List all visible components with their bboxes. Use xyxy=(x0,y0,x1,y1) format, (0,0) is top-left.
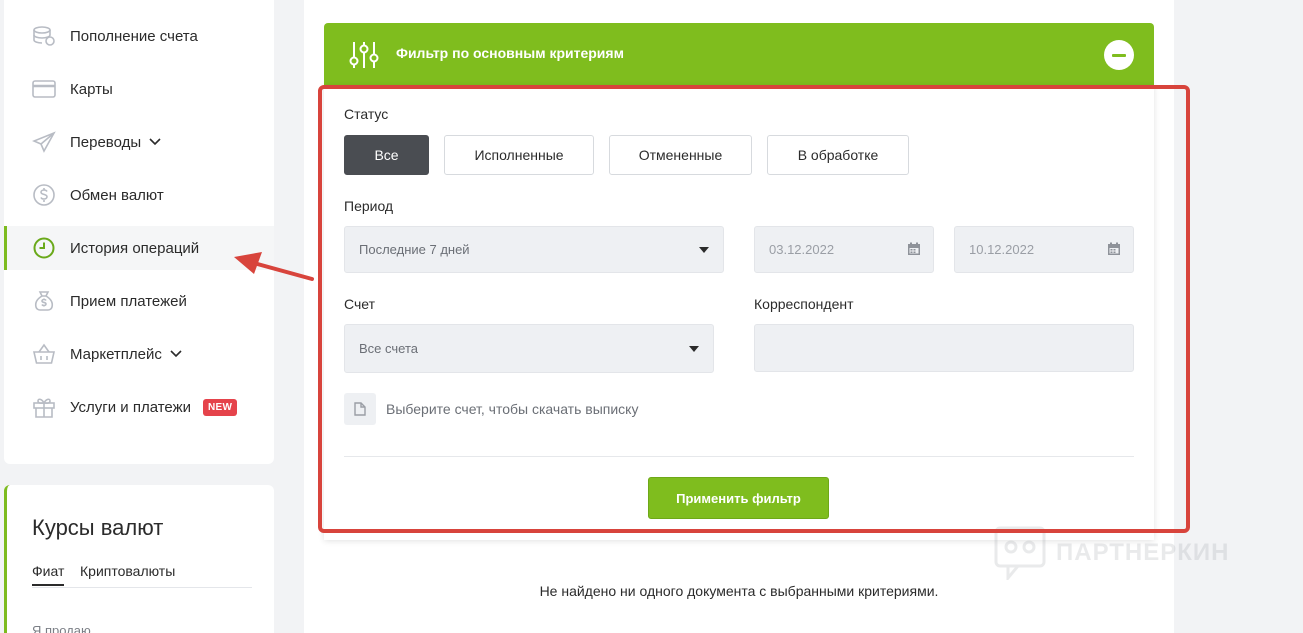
dollar-exchange-icon xyxy=(32,183,56,207)
form-divider xyxy=(344,456,1134,457)
sidebar-item-label: Прием платежей xyxy=(70,292,187,310)
sidebar-item-label: Переводы xyxy=(70,134,161,151)
watermark: ПАРТНЕРКИН xyxy=(994,526,1230,580)
account-select-value: Все счета xyxy=(359,341,418,356)
sidebar-item-cards[interactable]: Карты xyxy=(4,67,274,111)
basket-icon xyxy=(32,342,56,366)
account-label: Счет xyxy=(344,296,375,312)
sidebar-item-payments-accept[interactable]: Прием платежей xyxy=(4,279,274,323)
rates-sell-label: Я продаю xyxy=(32,623,91,633)
tab-crypto[interactable]: Криптовалюты xyxy=(80,563,175,579)
status-label: Статус xyxy=(344,106,389,122)
money-bag-icon xyxy=(32,289,56,313)
caret-down-icon xyxy=(689,345,699,352)
watermark-text: ПАРТНЕРКИН xyxy=(1056,539,1230,566)
minus-icon xyxy=(1112,53,1126,57)
clock-icon xyxy=(32,236,56,260)
calendar-icon xyxy=(908,242,920,255)
card-icon xyxy=(32,77,56,101)
coins-icon xyxy=(32,24,56,48)
paper-plane-icon xyxy=(32,130,56,154)
filter-sliders-icon xyxy=(349,42,379,68)
collapse-button[interactable] xyxy=(1104,40,1134,70)
period-select[interactable]: Последние 7 дней xyxy=(344,226,724,273)
sidebar-item-label: Маркетплейс xyxy=(70,346,182,363)
status-cancelled-button[interactable]: Отмененные xyxy=(609,135,752,175)
date-to-input[interactable]: 10.12.2022 xyxy=(954,226,1134,273)
sidebar-item-text: Переводы xyxy=(70,133,142,151)
sidebar-item-label: История операций xyxy=(70,239,200,257)
sidebar-item-transfers[interactable]: Переводы xyxy=(4,120,274,164)
rates-tabs: Фиат Криптовалюты xyxy=(32,563,252,588)
date-to-value: 10.12.2022 xyxy=(969,242,1035,257)
filter-title: Фильтр по основным критериям xyxy=(396,45,624,61)
sidebar-item-text: Услуги и платежи xyxy=(70,398,192,416)
sidebar-nav: Пополнение счета Карты Переводы Обмен ва… xyxy=(4,0,274,464)
sidebar-item-topup[interactable]: Пополнение счета xyxy=(4,14,274,58)
sidebar-item-label: Пополнение счета xyxy=(70,27,198,45)
apply-filter-button[interactable]: Применить фильтр xyxy=(648,477,829,519)
sidebar-item-label: Обмен валют xyxy=(70,186,164,204)
sidebar-item-text: Маркетплейс xyxy=(70,345,162,363)
currency-rates-card: Курсы валют Фиат Криптовалюты Я продаю xyxy=(4,485,274,633)
chevron-down-icon xyxy=(170,350,182,358)
gift-icon xyxy=(32,395,56,419)
new-badge: NEW xyxy=(203,398,238,416)
tab-fiat[interactable]: Фиат xyxy=(32,563,65,586)
calendar-icon xyxy=(1108,242,1120,255)
date-from-value: 03.12.2022 xyxy=(769,242,835,257)
sidebar-item-label: Карты xyxy=(70,80,113,98)
period-label: Период xyxy=(344,198,394,214)
status-completed-button[interactable]: Исполненные xyxy=(444,135,594,175)
empty-results-message: Не найдено ни одного документа с выбранн… xyxy=(539,583,939,599)
sidebar-item-marketplace[interactable]: Маркетплейс xyxy=(4,332,274,376)
date-from-input[interactable]: 03.12.2022 xyxy=(754,226,934,273)
correspondent-label: Корреспондент xyxy=(754,296,854,312)
statement-download-button[interactable] xyxy=(344,393,376,425)
chat-logo-icon xyxy=(994,526,1046,580)
statement-hint: Выберите счет, чтобы скачать выписку xyxy=(386,401,639,417)
filter-header[interactable]: Фильтр по основным критериям xyxy=(324,23,1154,85)
sidebar-item-label: Услуги и платежи NEW xyxy=(70,398,238,416)
status-all-button[interactable]: Все xyxy=(344,135,429,175)
account-select[interactable]: Все счета xyxy=(344,324,714,373)
caret-down-icon xyxy=(699,246,709,253)
period-select-value: Последние 7 дней xyxy=(359,242,470,257)
document-icon xyxy=(354,402,366,416)
rates-title: Курсы валют xyxy=(32,515,164,540)
status-processing-button[interactable]: В обработке xyxy=(767,135,909,175)
correspondent-input[interactable] xyxy=(754,324,1134,372)
chevron-down-icon xyxy=(149,138,161,146)
sidebar-item-exchange[interactable]: Обмен валют xyxy=(4,173,274,217)
sidebar-item-history[interactable]: История операций xyxy=(4,226,274,270)
sidebar-item-services[interactable]: Услуги и платежи NEW xyxy=(4,385,274,429)
